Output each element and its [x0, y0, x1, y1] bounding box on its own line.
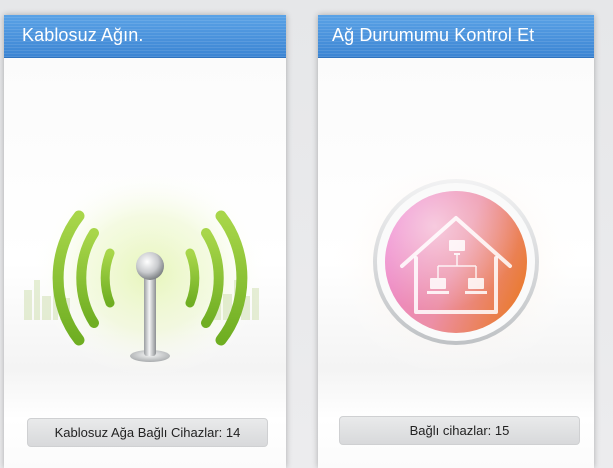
network-card-title: Ağ Durumumu Kontrol Et: [332, 25, 535, 45]
wireless-card-title: Kablosuz Ağın.: [22, 25, 144, 45]
dashboard: Kablosuz Ağın. Kablosuz Ağa Bağlı Cihazl…: [0, 0, 613, 468]
wifi-antenna-icon: [24, 168, 268, 378]
wireless-card-body: Kablosuz Ağa Bağlı Cihazlar: 14: [4, 58, 286, 468]
network-status-card[interactable]: Ağ Durumumu Kontrol Et Bağlı cihazlar: 1…: [318, 15, 594, 468]
wireless-card-header: Kablosuz Ağın.: [4, 15, 286, 58]
wireless-network-card[interactable]: Kablosuz Ağın. Kablosuz Ağa Bağlı Cihazl…: [4, 15, 286, 468]
network-card-body: Bağlı cihazlar: 15: [318, 58, 594, 468]
home-network-icon: [328, 149, 584, 379]
connected-devices-badge[interactable]: Bağlı cihazlar: 15: [339, 416, 580, 445]
network-card-header: Ağ Durumumu Kontrol Et: [318, 15, 594, 58]
wireless-connected-devices-badge[interactable]: Kablosuz Ağa Bağlı Cihazlar: 14: [27, 418, 268, 447]
